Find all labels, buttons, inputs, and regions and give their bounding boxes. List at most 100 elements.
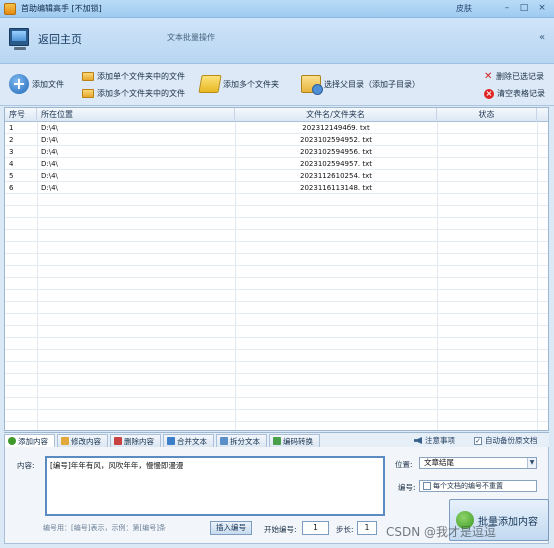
folder-parent-icon — [301, 75, 323, 95]
close-button[interactable]: × — [536, 3, 548, 15]
table-row-empty — [5, 290, 548, 302]
collapse-button[interactable]: « — [539, 32, 545, 43]
table-row-empty — [5, 338, 548, 350]
table-row-empty — [5, 206, 548, 218]
table-row-empty — [5, 314, 548, 326]
add-file-button[interactable]: + 添加文件 — [9, 74, 64, 94]
table-row-empty — [5, 410, 548, 422]
cell-status — [437, 122, 537, 134]
add-multi-folder-button[interactable]: 添加多个文件夹中的文件 — [82, 88, 185, 99]
number-hint: 编号用：[编号]表示，示例：第[编号]条 — [43, 524, 166, 532]
cell-location: D:\4\ — [41, 160, 58, 168]
maximize-button[interactable]: □ — [518, 3, 530, 15]
table-row-empty — [5, 350, 548, 362]
speaker-icon — [414, 437, 422, 444]
position-value: 文章结尾 — [424, 458, 454, 467]
start-number-input[interactable]: 1 — [302, 521, 329, 535]
minimize-button[interactable]: – — [501, 3, 513, 15]
table-row-empty — [5, 302, 548, 314]
tab-modify-content-label: 修改内容 — [71, 436, 101, 446]
cell-status — [437, 170, 537, 182]
add-single-folder-button[interactable]: 添加单个文件夹中的文件 — [82, 71, 185, 82]
folder-icon — [82, 72, 94, 81]
tab-encoding-convert[interactable]: 编码转换 — [269, 434, 320, 447]
cell-status — [437, 134, 537, 146]
table-row-empty — [5, 362, 548, 374]
tab-delete-content-label: 删除内容 — [124, 436, 154, 446]
table-row[interactable]: 3 D:\4\ 2023102594956. txt — [5, 146, 548, 158]
cell-location: D:\4\ — [41, 136, 58, 144]
no-repeat-label: 每个文档的编号不重置 — [433, 482, 503, 490]
skin-button[interactable]: 皮肤 — [456, 3, 472, 14]
tab-split-text[interactable]: 拆分文本 — [216, 434, 267, 447]
delete-selected-label: 删除已选记录 — [496, 72, 544, 81]
window-title: 首助编辑高手 [不加锁] — [21, 4, 102, 13]
table-row-empty — [5, 422, 548, 430]
cell-location: D:\4\ — [41, 124, 58, 132]
table-row[interactable]: 5 D:\4\ 2023112610254. txt — [5, 170, 548, 182]
monitor-icon[interactable] — [9, 28, 29, 46]
clear-table-label: 清空表格记录 — [497, 89, 545, 98]
close-icon: ✕ — [484, 71, 493, 82]
clear-table-button[interactable]: × 清空表格记录 — [484, 88, 545, 99]
position-select[interactable]: 文章结尾 ▼ — [419, 457, 537, 469]
cell-index: 6 — [9, 184, 14, 192]
tab-add-content-label: 添加内容 — [18, 436, 48, 446]
delete-selected-button[interactable]: ✕ 删除已选记录 — [484, 71, 544, 82]
content-textarea[interactable]: [编号]年年有风，风吹年年，慢慢即漫漫 — [45, 456, 385, 516]
table-row-empty — [5, 266, 548, 278]
column-header-status[interactable]: 状态 — [437, 108, 537, 122]
add-multi-folder-label: 添加多个文件夹中的文件 — [97, 89, 185, 98]
auto-backup-label: 自动备份原文档 — [485, 436, 538, 445]
table-row-empty — [5, 242, 548, 254]
auto-backup-checkbox[interactable]: ✓ 自动备份原文档 — [474, 435, 538, 446]
monitor-stand-icon — [14, 47, 26, 50]
home-link[interactable]: 返回主页 — [38, 31, 82, 47]
run-icon — [456, 511, 474, 529]
table-row[interactable]: 4 D:\4\ 2023102594957. txt — [5, 158, 548, 170]
start-number-label: 开始编号: — [264, 525, 297, 534]
number-label: 编号: — [398, 483, 416, 492]
step-input[interactable]: 1 — [357, 521, 377, 535]
checkbox-icon — [423, 482, 431, 490]
table-row[interactable]: 2 D:\4\ 2023102594952. txt — [5, 134, 548, 146]
tab-add-content[interactable]: 添加内容 — [4, 434, 55, 447]
cell-index: 4 — [9, 160, 14, 168]
insert-number-button[interactable]: 插入编号 — [210, 521, 252, 535]
tab-merge-text-label: 合并文本 — [177, 436, 207, 446]
select-parent-button[interactable]: 选择父目录（添加子目录） — [301, 75, 420, 95]
table-row[interactable]: 1 D:\4\ 2023121494б9. txt — [5, 122, 548, 134]
notes-button[interactable]: 注意事项 — [414, 435, 455, 446]
clear-icon: × — [484, 88, 494, 99]
batch-add-button[interactable]: 批量添加内容 — [449, 499, 549, 541]
cell-index: 5 — [9, 172, 14, 180]
table-row-empty — [5, 278, 548, 290]
content-label: 内容: — [17, 461, 35, 470]
table-header: 序号 所在位置 文件名/文件夹名 状态 — [5, 108, 548, 122]
edit-icon — [61, 437, 69, 445]
table-row-empty — [5, 386, 548, 398]
cell-name: 2023116113148. txt — [300, 184, 372, 192]
add-file-label: 添加文件 — [32, 79, 64, 89]
add-multi-dirs-button[interactable]: 添加多个文件夹 — [198, 75, 279, 93]
add-multi-dirs-label: 添加多个文件夹 — [223, 79, 279, 89]
merge-icon — [167, 437, 175, 445]
column-header-name[interactable]: 文件名/文件夹名 — [235, 108, 437, 122]
file-table[interactable]: 序号 所在位置 文件名/文件夹名 状态 1 D:\4\ 2023121494б9. … — [4, 107, 549, 431]
cell-status — [437, 146, 537, 158]
delete-icon — [114, 437, 122, 445]
add-icon — [8, 437, 16, 445]
tab-merge-text[interactable]: 合并文本 — [163, 434, 214, 447]
column-header-index[interactable]: 序号 — [5, 108, 37, 122]
cell-name: 2023121494б9. txt — [302, 124, 370, 132]
tab-modify-content[interactable]: 修改内容 — [57, 434, 108, 447]
folders-icon — [198, 75, 222, 93]
cell-index: 2 — [9, 136, 14, 144]
toolbar: + 添加文件 添加单个文件夹中的文件 添加多个文件夹中的文件 添加多个文件夹 选… — [0, 64, 554, 106]
column-header-location[interactable]: 所在位置 — [37, 108, 235, 122]
table-row-empty — [5, 194, 548, 206]
no-repeat-checkbox[interactable]: 每个文档的编号不重置 — [419, 480, 537, 492]
table-row-empty — [5, 374, 548, 386]
tab-delete-content[interactable]: 删除内容 — [110, 434, 161, 447]
table-row[interactable]: 6 D:\4\ 2023116113148. txt — [5, 182, 548, 194]
